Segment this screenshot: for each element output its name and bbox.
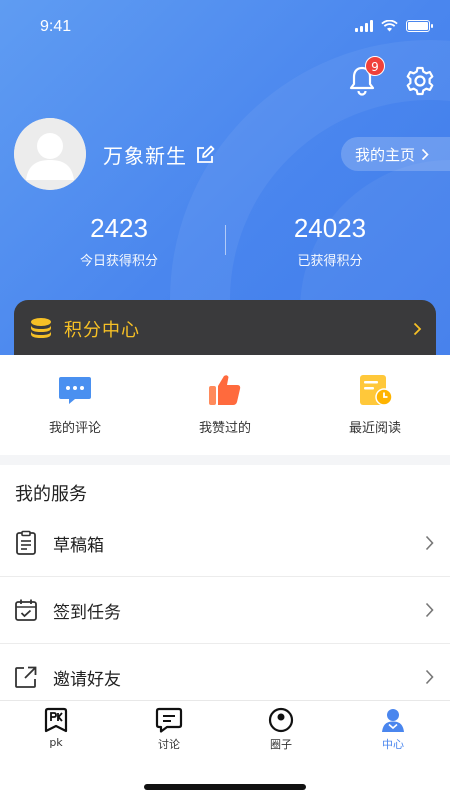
today-points-stat: 2423 今日获得积分 (19, 212, 219, 269)
chevron-right-icon (425, 535, 434, 551)
chevron-right-icon (421, 148, 429, 160)
my-homepage-label: 我的主页 (355, 145, 416, 164)
tab-discussion-label: 讨论 (158, 738, 180, 751)
tab-user-center[interactable]: 中心 (363, 707, 423, 752)
points-center-label: 积分中心 (64, 320, 140, 341)
today-points-value: 2423 (90, 213, 148, 243)
pk-icon (44, 707, 68, 733)
total-points-stat: 24023 已获得积分 (230, 212, 430, 269)
section-divider (0, 455, 450, 465)
points-center-card[interactable]: 积分中心 (14, 300, 436, 358)
status-bar: 9:41 (0, 0, 450, 56)
shortcut-row: 我的评论 我赞过的 最近阅读 (0, 355, 450, 455)
my-likes-shortcut[interactable]: 我赞过的 (150, 355, 300, 455)
stats-divider (225, 225, 226, 255)
sign-in-tasks-label: 签到任务 (53, 602, 121, 623)
today-points-label: 今日获得积分 (79, 254, 158, 269)
battery-icon (406, 20, 433, 32)
user-center-icon (382, 709, 404, 732)
services-section-title: 我的服务 (15, 484, 87, 505)
settings-gear-icon[interactable] (403, 64, 437, 98)
my-homepage-button[interactable]: 我的主页 (341, 137, 450, 171)
calendar-check-icon (15, 599, 37, 621)
tab-user-center-label: 中心 (382, 738, 404, 751)
tab-circle[interactable]: 圈子 (251, 707, 311, 752)
wifi-icon (381, 20, 398, 32)
drafts-label: 草稿箱 (53, 535, 104, 556)
invite-friends-label: 邀请好友 (53, 669, 121, 690)
coin-stack-icon (31, 318, 51, 338)
circle-icon (268, 707, 294, 733)
drafts-icon (16, 530, 36, 555)
chevron-right-icon (425, 602, 434, 618)
avatar[interactable] (14, 118, 86, 190)
drafts-row[interactable]: 草稿箱 (0, 510, 450, 577)
home-indicator[interactable] (144, 784, 306, 790)
recent-reading-shortcut[interactable]: 最近阅读 (300, 355, 450, 455)
thumbs-up-icon (209, 375, 241, 405)
share-icon (15, 666, 37, 688)
total-points-value: 24023 (293, 213, 367, 243)
default-avatar-icon (14, 118, 86, 190)
tab-pk[interactable]: pk (26, 707, 86, 749)
status-time: 9:41 (40, 18, 72, 35)
tab-circle-label: 圈子 (270, 738, 292, 751)
status-icons (355, 20, 433, 32)
total-points-label: 已获得积分 (297, 254, 363, 269)
my-comments-shortcut[interactable]: 我的评论 (0, 355, 150, 455)
username-row: 万象新生 (103, 140, 215, 169)
edit-icon[interactable] (195, 145, 215, 165)
tab-discussion[interactable]: 讨论 (139, 707, 199, 752)
discussion-icon (155, 707, 183, 733)
sign-in-tasks-row[interactable]: 签到任务 (0, 577, 450, 644)
notification-badge: 9 (365, 56, 385, 76)
comment-icon (59, 377, 91, 404)
recent-reading-icon (360, 375, 393, 406)
username: 万象新生 (103, 144, 187, 168)
chevron-right-icon (413, 322, 422, 336)
my-likes-label: 我赞过的 (198, 421, 251, 436)
chevron-right-icon (425, 669, 434, 685)
cellular-signal-icon (355, 20, 373, 32)
my-comments-label: 我的评论 (48, 421, 101, 436)
tab-pk-label: pk (49, 736, 63, 749)
recent-reading-label: 最近阅读 (348, 421, 401, 436)
